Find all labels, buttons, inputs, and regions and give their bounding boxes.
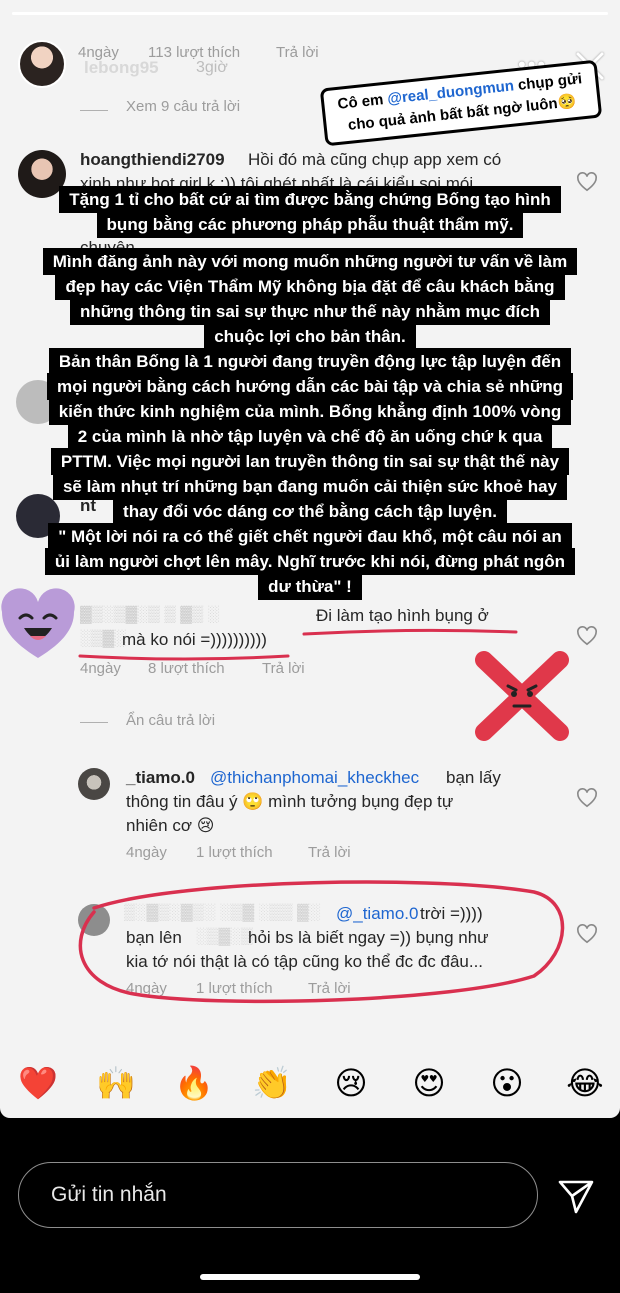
statement-line: sẽ làm nhụt trí những bạn đang muốn cải … bbox=[52, 473, 568, 500]
statement-line: 2 của mình là nhờ tập luyện và chế độ ăn… bbox=[67, 423, 553, 450]
like-heart-icon[interactable] bbox=[576, 788, 598, 808]
reaction-fire-icon[interactable]: 🔥 bbox=[174, 1064, 214, 1102]
comment2-reply-link[interactable]: Trả lời bbox=[262, 660, 305, 677]
reply1-mention[interactable]: @thichanphomai_kheckhec bbox=[210, 766, 419, 790]
statement-line: dư thừa" ! bbox=[258, 573, 362, 600]
reaction-heart-eyes-icon[interactable]: 😍 bbox=[410, 1064, 448, 1102]
reply1-text: bạn lấy bbox=[446, 768, 501, 787]
story-author-avatar[interactable] bbox=[18, 40, 66, 88]
story-progress-fill bbox=[12, 12, 608, 15]
statement-paragraph-1: Tặng 1 tỉ cho bất cứ ai tìm được bằng ch… bbox=[24, 186, 596, 238]
replies-divider bbox=[80, 110, 108, 111]
blurred-text: ░▒▓░ bbox=[80, 630, 126, 647]
statement-paragraph-2: Mình đăng ảnh này với mong muốn những ng… bbox=[24, 248, 596, 350]
send-paper-plane-icon[interactable] bbox=[556, 1176, 596, 1216]
statement-line: bụng bằng các phương pháp phẫu thuật thẩ… bbox=[96, 211, 524, 238]
reply-avatar[interactable] bbox=[78, 768, 110, 800]
statement-line: PTTM. Việc mọi người lan truyền thông ti… bbox=[50, 448, 570, 475]
reply1-line3: nhiên cơ 😢 bbox=[126, 816, 215, 835]
reaction-raised-hands-icon[interactable]: 🙌 bbox=[96, 1064, 136, 1102]
statement-line: chuộc lợi cho bản thân. bbox=[204, 323, 416, 350]
statement-line: Tặng 1 tỉ cho bất cứ ai tìm được bằng ch… bbox=[59, 186, 561, 213]
like-heart-icon[interactable] bbox=[576, 626, 598, 646]
caption-sticker: Cô em @real_duongmun chụp gửi cho quả ản… bbox=[319, 59, 603, 147]
send-message-placeholder: Gửi tin nhắn bbox=[51, 1183, 167, 1206]
view-replies-link[interactable]: Xem 9 câu trả lời bbox=[126, 98, 240, 115]
comment2-text-line2: mà ko nói =)))))))))) bbox=[122, 630, 267, 649]
comment-text-line1: Hồi đó mà cũng chụp app xem có bbox=[248, 150, 502, 169]
reply1-age: 4ngày bbox=[126, 844, 167, 861]
statement-overlay: Tặng 1 tỉ cho bất cứ ai tìm được bằng ch… bbox=[24, 186, 596, 600]
reaction-surprised-icon[interactable]: 😮 bbox=[488, 1064, 526, 1102]
red-x-angry-sticker bbox=[475, 651, 569, 741]
reaction-crying-icon[interactable]: 😢 bbox=[332, 1064, 370, 1102]
statement-paragraph-4: " Một lời nói ra có thể giết chết người … bbox=[24, 523, 596, 600]
statement-line: kiến thức kinh nghiệm của mình. Bống khẳ… bbox=[48, 398, 572, 425]
statement-line: Mình đăng ảnh này với mong muốn những ng… bbox=[42, 248, 578, 275]
reply1-line2: thông tin đâu ý 🙄 mình tưởng bụng đẹp tự bbox=[126, 792, 454, 811]
story-time: 3giờ bbox=[196, 59, 228, 76]
replies-divider bbox=[80, 722, 108, 723]
statement-line: " Một lời nói ra có thể giết chết người … bbox=[48, 523, 572, 550]
statement-line: Bản thân Bống là 1 người đang truyền độn… bbox=[48, 348, 572, 375]
comment-username[interactable]: hoangthiendi2709 bbox=[80, 148, 225, 172]
statement-line: ủi làm người chợt lên mây. Nghĩ trước kh… bbox=[44, 548, 576, 575]
statement-line: thay đổi vóc dáng cơ thể bằng cách tập l… bbox=[113, 498, 507, 525]
statement-line: mọi người bằng cách hướng dẫn các bài tậ… bbox=[46, 373, 574, 400]
hide-replies-link[interactable]: Ẩn câu trả lời bbox=[126, 712, 215, 729]
caption-line1-suffix: chụp gửi bbox=[513, 70, 583, 95]
caption-prefix: Cô em bbox=[336, 90, 389, 113]
story-progress-bar bbox=[12, 12, 608, 15]
like-heart-icon[interactable] bbox=[576, 924, 598, 944]
blurred-username: ▓▒░▒▓░▒ ▒ ▓▒ ░ bbox=[80, 606, 220, 623]
red-underline-mark bbox=[302, 628, 518, 636]
statement-paragraph-3: Bản thân Bống là 1 người đang truyền độn… bbox=[24, 348, 596, 525]
home-indicator bbox=[200, 1274, 420, 1280]
reply1-likes[interactable]: 1 lượt thích bbox=[196, 844, 273, 861]
send-message-input[interactable]: Gửi tin nhắn bbox=[18, 1162, 538, 1228]
red-circle-mark bbox=[78, 880, 565, 1004]
comment2-likes[interactable]: 8 lượt thích bbox=[148, 660, 225, 677]
story-author-username[interactable]: lebong95 bbox=[84, 58, 159, 78]
reaction-red-heart-icon[interactable]: ❤️ bbox=[18, 1064, 58, 1102]
purple-heart-face-sticker bbox=[1, 588, 75, 658]
comment2-age: 4ngày bbox=[80, 660, 121, 677]
comment-reply-link[interactable]: Trả lời bbox=[276, 44, 319, 61]
story-content: 4ngày 113 lượt thích Trả lời lebong95 3g… bbox=[0, 0, 620, 1118]
statement-line: đẹp hay các Viện Thẩm Mỹ không bịa đặt đ… bbox=[55, 273, 565, 300]
statement-line: những thông tin sai sự thực như thế này … bbox=[69, 298, 551, 325]
reply1-reply-link[interactable]: Trả lời bbox=[308, 844, 351, 861]
quick-reactions-bar: ❤️ 🙌 🔥 👏 😢 😍 😮 😂 bbox=[0, 1050, 620, 1116]
reaction-clapping-icon[interactable]: 👏 bbox=[252, 1064, 292, 1102]
reply1-username[interactable]: _tiamo.0 bbox=[126, 766, 195, 790]
reaction-laughing-icon[interactable]: 😂 bbox=[566, 1064, 604, 1102]
